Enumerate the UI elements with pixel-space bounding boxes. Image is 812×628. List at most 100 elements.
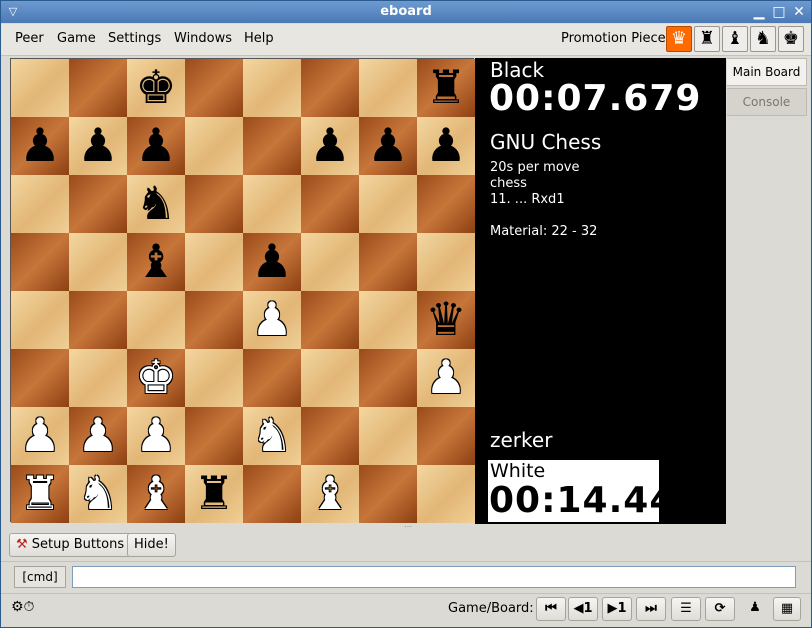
square-h2[interactable] [417,407,475,465]
square-g2[interactable] [359,407,417,465]
square-d4[interactable] [185,291,243,349]
white-bishop-icon[interactable]: ♝ [127,465,185,523]
square-h8[interactable]: ♜ [417,59,475,117]
square-a6[interactable] [11,175,69,233]
square-h1[interactable] [417,465,475,523]
square-a4[interactable] [11,291,69,349]
black-knight-icon[interactable]: ♞ [127,175,185,233]
square-f7[interactable]: ♟ [301,117,359,175]
black-pawn-icon[interactable]: ♟ [69,117,127,175]
square-b5[interactable] [69,233,127,291]
square-b7[interactable]: ♟ [69,117,127,175]
promote-bishop-button[interactable]: ♝ [722,26,748,52]
square-b4[interactable] [69,291,127,349]
maximize-button[interactable]: □ [771,4,787,20]
black-pawn-icon[interactable]: ♟ [127,117,185,175]
square-f6[interactable] [301,175,359,233]
square-c5[interactable]: ♝ [127,233,185,291]
square-f2[interactable] [301,407,359,465]
square-d7[interactable] [185,117,243,175]
promote-rook-button[interactable]: ♜ [694,26,720,52]
square-b1[interactable]: ♞ [69,465,127,523]
menu-peer[interactable]: Peer [15,31,44,46]
square-h7[interactable]: ♟ [417,117,475,175]
square-g8[interactable] [359,59,417,117]
square-d8[interactable] [185,59,243,117]
white-pawn-icon[interactable]: ♟ [69,407,127,465]
board-view-icon[interactable]: ▦ [773,597,801,621]
square-e5[interactable]: ♟ [243,233,301,291]
black-pawn-icon[interactable]: ♟ [417,117,475,175]
square-g3[interactable] [359,349,417,407]
command-input[interactable] [72,566,796,588]
square-d1[interactable]: ♜ [185,465,243,523]
square-e8[interactable] [243,59,301,117]
menu-game[interactable]: Game [57,31,96,46]
black-rook-icon[interactable]: ♜ [185,465,243,523]
square-c1[interactable]: ♝ [127,465,185,523]
square-f5[interactable] [301,233,359,291]
black-king-icon[interactable]: ♚ [127,59,185,117]
square-c3[interactable]: ♚ [127,349,185,407]
first-move-button[interactable]: ⏮ [536,597,566,621]
engine-icon[interactable]: ♟ [741,597,769,621]
square-a8[interactable] [11,59,69,117]
square-g5[interactable] [359,233,417,291]
square-f4[interactable] [301,291,359,349]
minimize-button[interactable]: ▁ [751,4,767,20]
square-e3[interactable] [243,349,301,407]
white-king-icon[interactable]: ♚ [127,349,185,407]
square-e4[interactable]: ♟ [243,291,301,349]
black-pawn-icon[interactable]: ♟ [301,117,359,175]
square-d5[interactable] [185,233,243,291]
menu-settings[interactable]: Settings [108,31,161,46]
square-d2[interactable] [185,407,243,465]
square-a1[interactable]: ♜ [11,465,69,523]
tab-console[interactable]: Console [727,88,807,116]
square-f3[interactable] [301,349,359,407]
square-d6[interactable] [185,175,243,233]
move-list-icon[interactable]: ☰ [671,597,701,621]
square-h5[interactable] [417,233,475,291]
square-e1[interactable] [243,465,301,523]
chess-board[interactable]: ♚ ♜ ♟ ♟ ♟ ♟ ♟ ♟ ♞ ♝ ♟ ♟ ♛ ♚ ♟ ♟ ♟ ♟ ♞ ♜ ♞ ♝ ♜ ♝ [10,58,475,523]
prev-move-button[interactable]: ◀1 [568,597,598,621]
white-knight-icon[interactable]: ♞ [243,407,301,465]
promote-queen-button[interactable]: ♛ [666,26,692,52]
white-pawn-icon[interactable]: ♟ [11,407,69,465]
white-knight-icon[interactable]: ♞ [69,465,127,523]
pane-resize-grip[interactable]: ⋯ [404,523,412,531]
flip-board-icon[interactable]: ⟳ [705,597,735,621]
square-a5[interactable] [11,233,69,291]
menu-windows[interactable]: Windows [174,31,232,46]
square-d3[interactable] [185,349,243,407]
square-h6[interactable] [417,175,475,233]
last-move-button[interactable]: ⏭ [636,597,666,621]
square-c2[interactable]: ♟ [127,407,185,465]
hide-button[interactable]: Hide! [127,533,176,557]
square-b2[interactable]: ♟ [69,407,127,465]
white-pawn-icon[interactable]: ♟ [243,291,301,349]
square-e7[interactable] [243,117,301,175]
square-b6[interactable] [69,175,127,233]
square-g7[interactable]: ♟ [359,117,417,175]
square-b8[interactable] [69,59,127,117]
network-clock-icon[interactable]: ⚙⏱ [11,599,41,619]
black-bishop-icon[interactable]: ♝ [127,233,185,291]
white-pawn-icon[interactable]: ♟ [127,407,185,465]
black-queen-icon[interactable]: ♛ [417,291,475,349]
promote-king-button[interactable]: ♚ [778,26,804,52]
tab-main-board[interactable]: Main Board [727,58,807,86]
menu-help[interactable]: Help [244,31,274,46]
square-c7[interactable]: ♟ [127,117,185,175]
white-rook-icon[interactable]: ♜ [11,465,69,523]
square-a3[interactable] [11,349,69,407]
square-h3[interactable]: ♟ [417,349,475,407]
square-g1[interactable] [359,465,417,523]
square-c6[interactable]: ♞ [127,175,185,233]
square-b3[interactable] [69,349,127,407]
square-f1[interactable]: ♝ [301,465,359,523]
black-pawn-icon[interactable]: ♟ [359,117,417,175]
square-c4[interactable] [127,291,185,349]
square-e2[interactable]: ♞ [243,407,301,465]
